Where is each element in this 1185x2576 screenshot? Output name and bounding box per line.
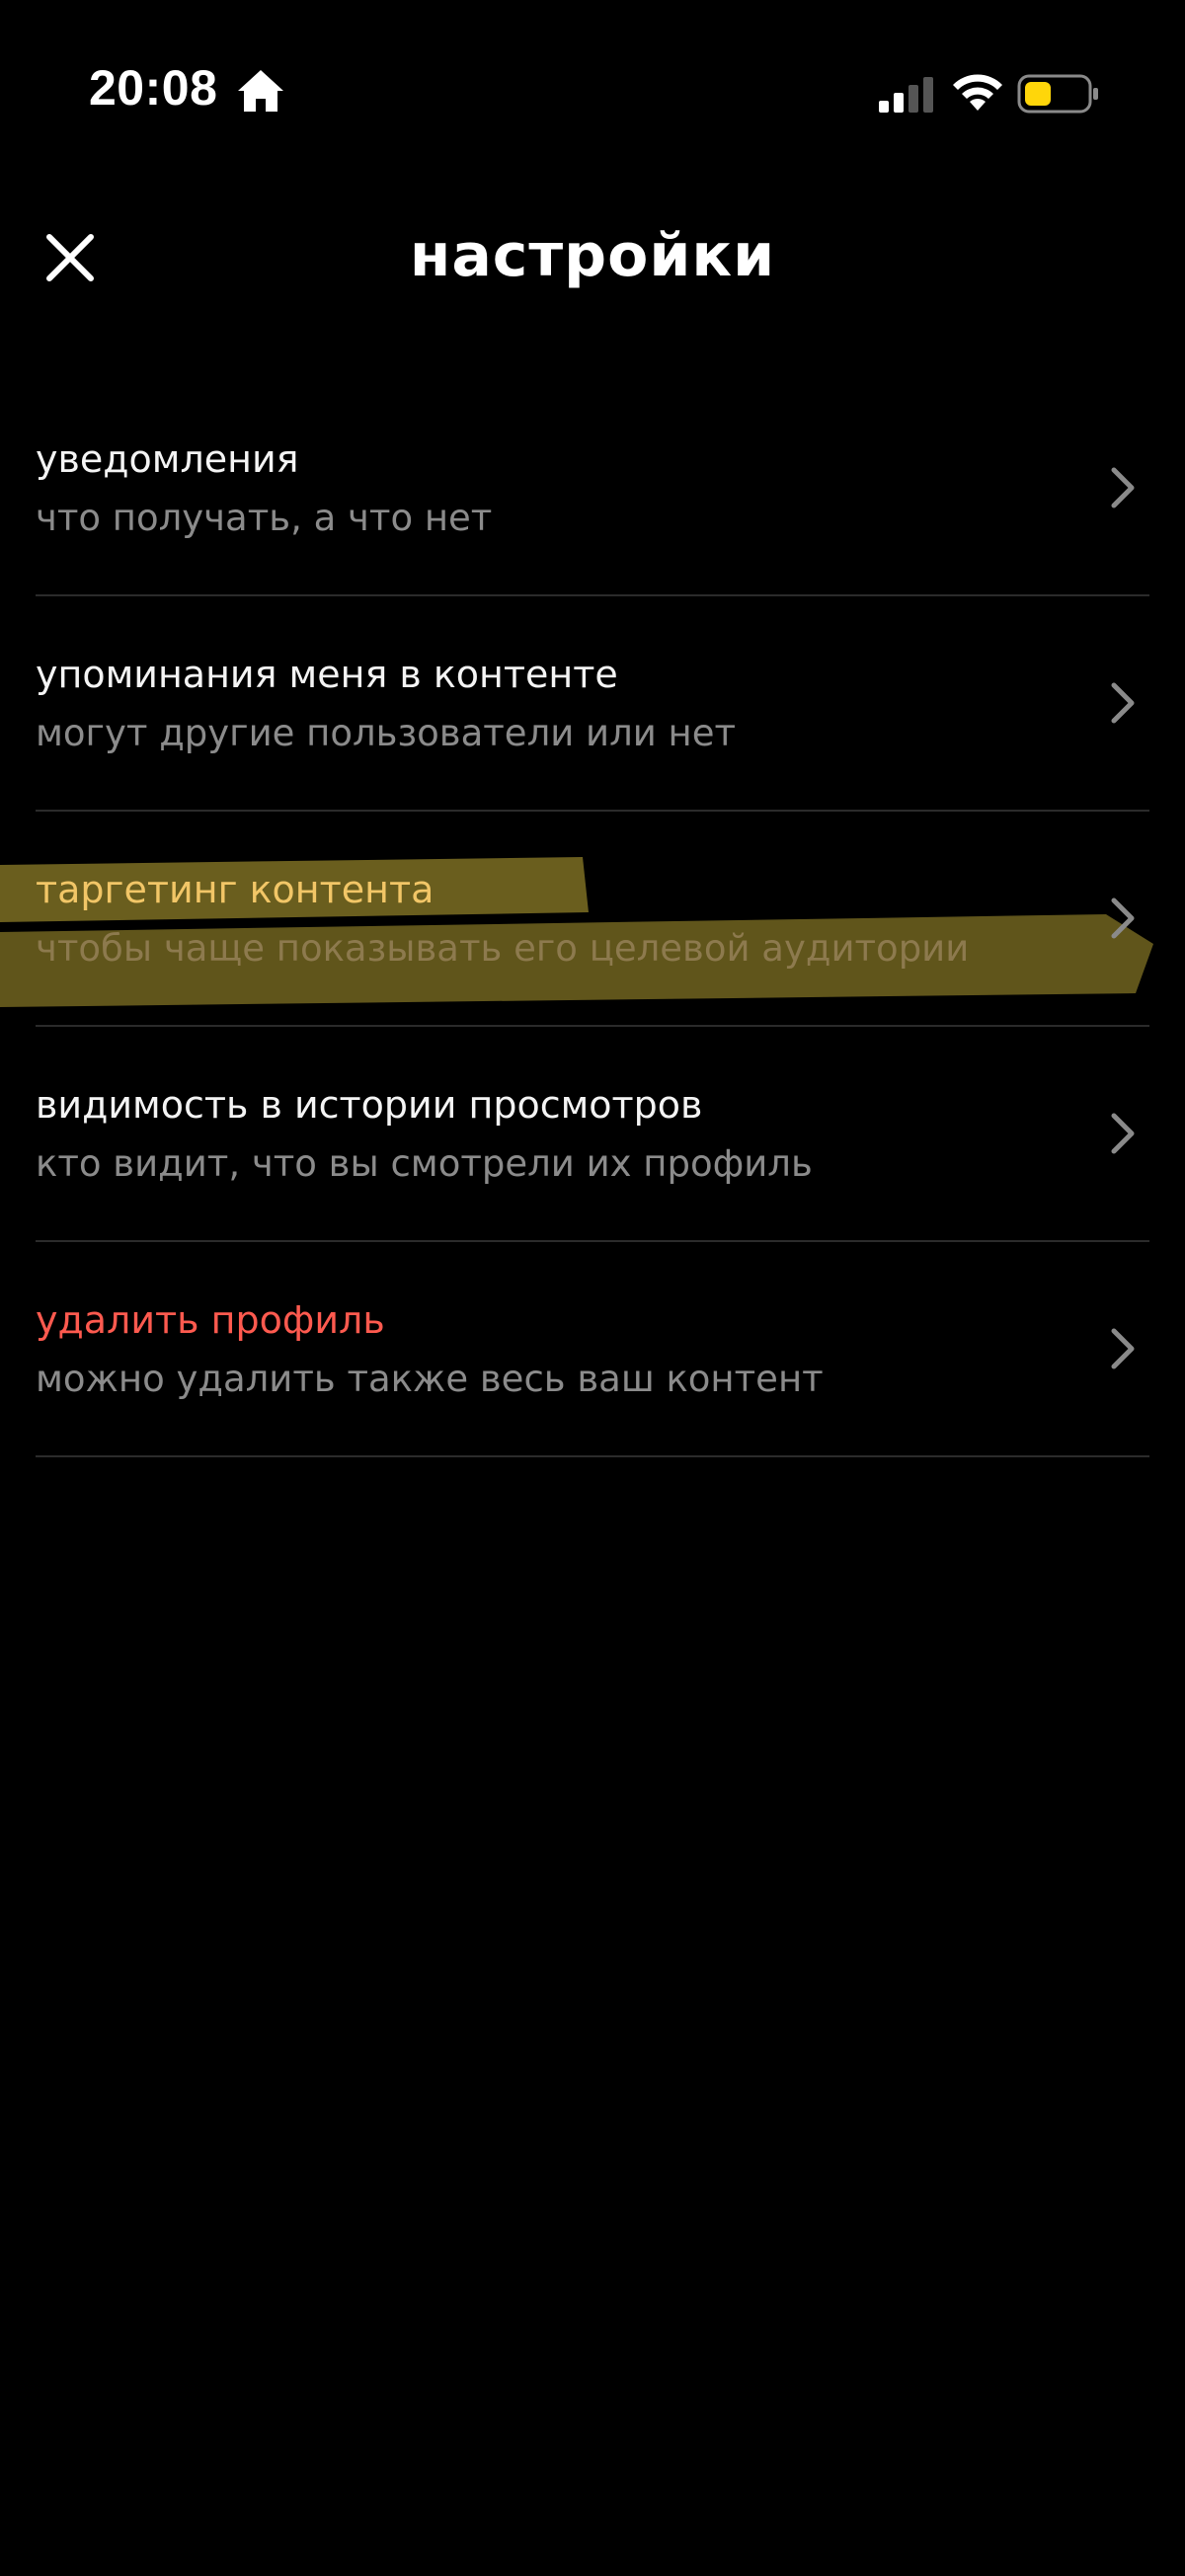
settings-item-delete-profile[interactable]: удалить профиль можно удалить также весь… <box>36 1242 1149 1457</box>
chevron-right-icon <box>1111 1328 1135 1369</box>
chevron-right-icon <box>1111 898 1135 939</box>
settings-list: уведомления что получать, а что нет упом… <box>36 381 1149 1457</box>
chevron-right-icon <box>1111 1113 1135 1154</box>
item-subtitle: чтобы чаще показывать его целевой аудито… <box>36 927 970 970</box>
cellular-signal-icon <box>879 77 933 113</box>
page-title: настройки <box>409 221 776 290</box>
item-title: упоминания меня в контенте <box>36 653 618 696</box>
item-subtitle: могут другие пользователи или нет <box>36 712 737 754</box>
item-subtitle: можно удалить также весь ваш контент <box>36 1358 824 1400</box>
header: настройки <box>0 197 1185 316</box>
status-time: 20:08 <box>89 60 218 116</box>
home-icon <box>238 70 283 112</box>
item-title: удалить профиль <box>36 1298 385 1342</box>
item-title: видимость в истории просмотров <box>36 1083 703 1127</box>
settings-item-notifications[interactable]: уведомления что получать, а что нет <box>36 381 1149 596</box>
item-title: таргетинг контента <box>36 868 434 911</box>
settings-item-content-targeting[interactable]: таргетинг контента чтобы чаще показывать… <box>36 812 1149 1027</box>
item-subtitle: кто видит, что вы смотрели их профиль <box>36 1142 813 1185</box>
chevron-right-icon <box>1111 467 1135 508</box>
status-bar: 20:08 <box>0 0 1185 188</box>
settings-item-view-history-visibility[interactable]: видимость в истории просмотров кто видит… <box>36 1027 1149 1242</box>
item-subtitle: что получать, а что нет <box>36 497 493 539</box>
chevron-right-icon <box>1111 682 1135 724</box>
wifi-icon <box>953 74 1002 111</box>
battery-icon <box>1017 74 1098 114</box>
settings-item-mentions[interactable]: упоминания меня в контенте могут другие … <box>36 596 1149 812</box>
item-title: уведомления <box>36 437 299 481</box>
